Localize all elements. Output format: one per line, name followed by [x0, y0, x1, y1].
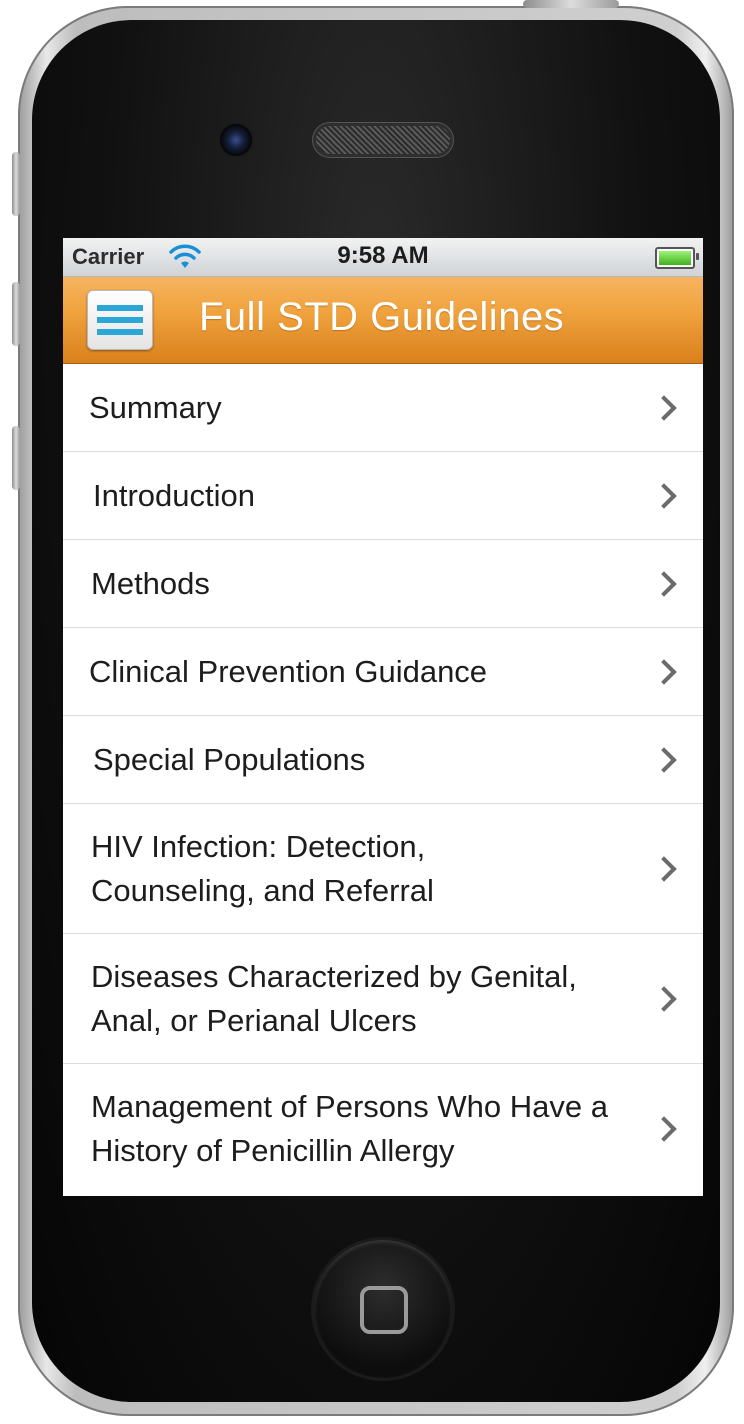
home-square-icon [360, 1286, 408, 1334]
status-time: 9:58 AM [337, 242, 429, 269]
list-item[interactable]: Management of Persons Who Have a History… [63, 1064, 703, 1194]
menu-button[interactable] [87, 290, 153, 350]
earpiece-speaker [316, 126, 450, 154]
chevron-right-icon [651, 482, 677, 509]
mute-switch [12, 152, 20, 216]
hamburger-menu-icon-bar [97, 329, 143, 335]
status-bar: Carrier 9:58 AM [63, 238, 703, 277]
list-item-label: Diseases Characterized by Genital, Anal,… [91, 958, 577, 1038]
list-item-label: Summary [89, 389, 222, 425]
chevron-right-icon [651, 394, 677, 421]
list-item[interactable]: Clinical Prevention Guidance [63, 628, 703, 716]
chevron-right-icon [651, 658, 677, 685]
list-item[interactable]: Summary [63, 364, 703, 452]
list-item-label: Management of Persons Who Have a History… [91, 1089, 608, 1168]
list-item[interactable]: HIV Infection: Detection, Counseling, an… [63, 804, 703, 934]
sleep-button [523, 0, 619, 8]
battery-icon [655, 247, 699, 269]
list-item[interactable]: Special Populations [63, 716, 703, 804]
list-item-label: Methods [91, 565, 210, 601]
volume-down-button [12, 426, 20, 490]
list-item-label: HIV Infection: Detection, Counseling, an… [91, 828, 434, 908]
chevron-right-icon [651, 746, 677, 773]
list-item-label: Introduction [93, 477, 255, 513]
list-item[interactable]: Introduction [63, 452, 703, 540]
chevron-right-icon [651, 570, 677, 597]
guidelines-list: Summary Introduction Methods Clinical Pr… [63, 364, 703, 1194]
list-item[interactable]: Diseases Characterized by Genital, Anal,… [63, 934, 703, 1064]
page-title: Full STD Guidelines [199, 295, 565, 339]
volume-up-button [12, 282, 20, 346]
battery-fill [659, 251, 691, 265]
list-item-label: Clinical Prevention Guidance [89, 653, 488, 689]
list-item[interactable]: Methods [63, 540, 703, 628]
list-item-label: Special Populations [93, 741, 366, 777]
navigation-bar: Full STD Guidelines [63, 277, 703, 364]
app-screen: Carrier 9:58 AM Full STD Guidelines Summ… [63, 238, 703, 1196]
front-camera [220, 124, 252, 156]
home-button[interactable] [314, 1240, 452, 1378]
hamburger-menu-icon-bar [97, 317, 143, 323]
hamburger-menu-icon [97, 305, 143, 311]
